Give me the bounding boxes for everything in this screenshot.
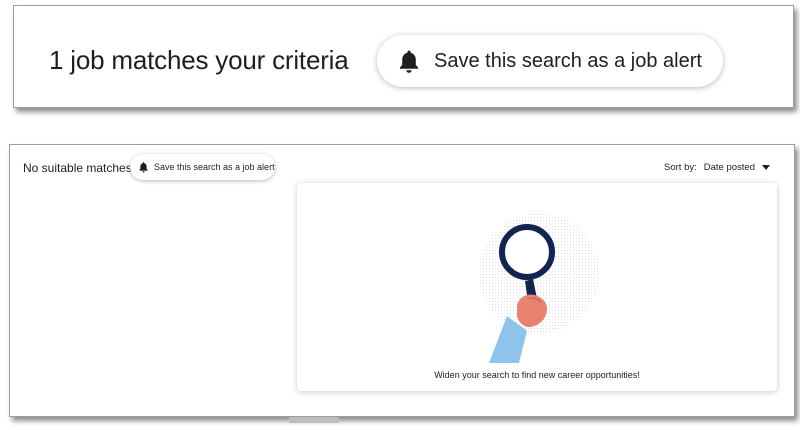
save-job-alert-button[interactable]: Save this search as a job alert [377, 35, 723, 87]
sort-label: Sort by: [664, 162, 697, 173]
sort-control[interactable]: Sort by: Date posted [664, 162, 770, 173]
bell-icon [400, 50, 418, 73]
match-count-text: 1 job matches your criteria [49, 45, 349, 75]
save-job-alert-button-small[interactable]: Save this search as a job alert [130, 154, 275, 180]
magnifier-lens-ring [499, 224, 555, 280]
empty-results-message: Widen your search to find new career opp… [434, 370, 640, 380]
caret-down-icon[interactable] [762, 165, 770, 170]
save-job-alert-label: Save this search as a job alert [154, 162, 275, 172]
search-results-panel: No suitable matches Save this search as … [9, 144, 795, 417]
save-job-alert-label: Save this search as a job alert [434, 49, 702, 72]
bell-icon [139, 162, 148, 173]
sort-value[interactable]: Date posted [704, 162, 755, 173]
no-match-text: No suitable matches [23, 161, 132, 175]
scroll-indicator[interactable] [289, 417, 339, 423]
zoomed-results-header: 1 job matches your criteria Save this se… [13, 5, 794, 108]
magnifying-glass-hand-illustration [479, 213, 599, 363]
empty-results-card: Widen your search to find new career opp… [297, 183, 777, 391]
